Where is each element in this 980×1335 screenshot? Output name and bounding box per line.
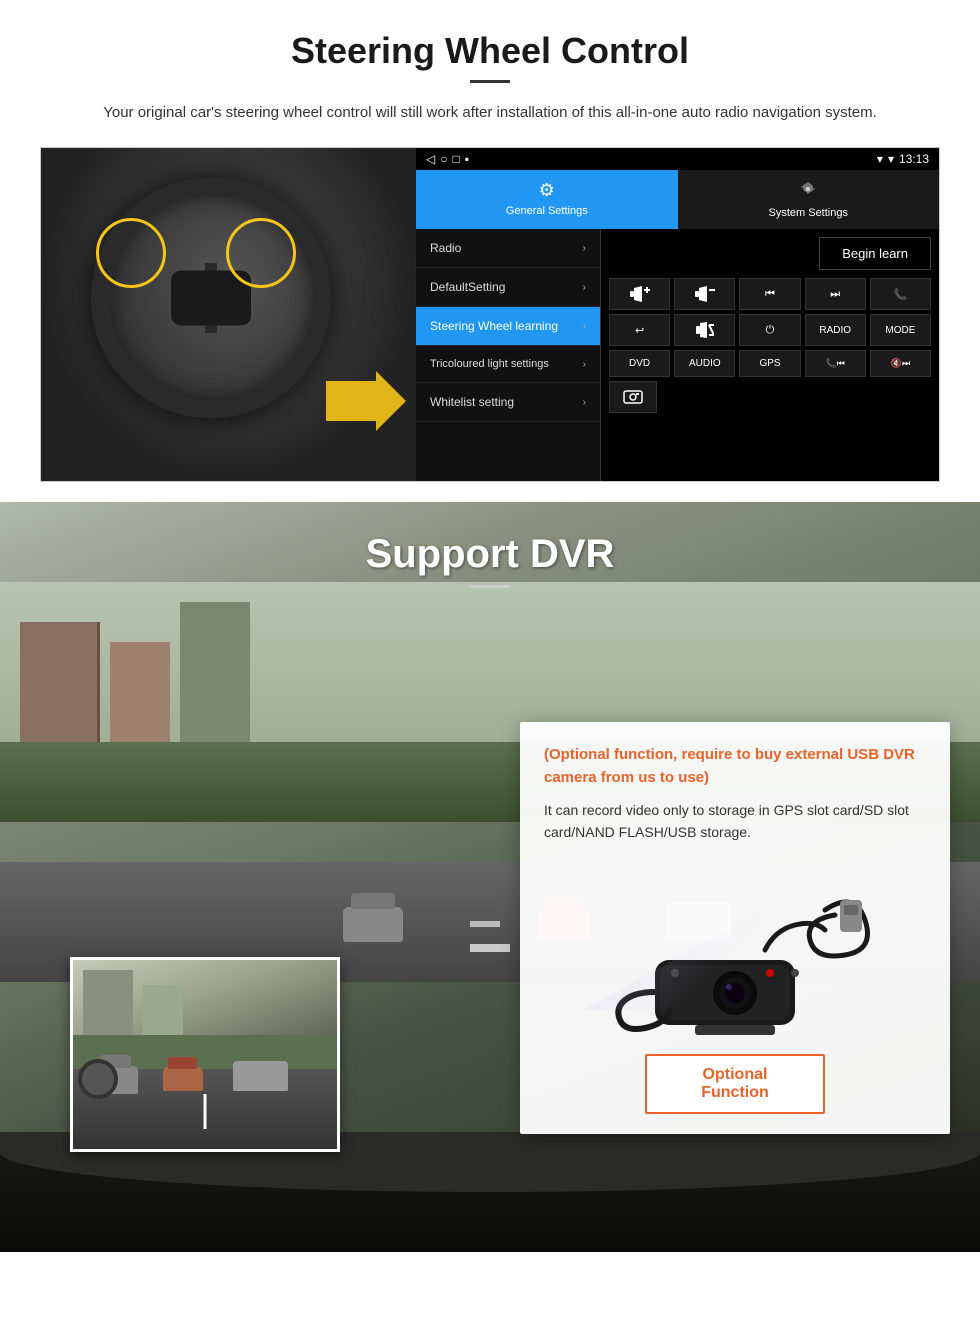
optional-function-button[interactable]: Optional Function [645,1054,825,1114]
control-row-1: ⏮ ⏭ 📞 [609,278,931,310]
status-time: 13:13 [899,152,929,166]
ctrl-mute[interactable] [674,314,735,346]
ctrl-prev[interactable]: ⏮ [739,278,800,310]
circle-highlight-left [96,218,166,288]
ctrl-phone[interactable]: 📞 [870,278,931,310]
steering-bg [41,148,416,481]
tab-general-label: General Settings [506,205,588,217]
ctrl-vol-down[interactable] [674,278,735,310]
menu-list: Radio › DefaultSetting › Steering Wheel … [416,229,601,481]
wifi-icon: ▾ [888,152,894,166]
dvr-description: It can record video only to storage in G… [544,799,926,844]
ctrl-power[interactable]: ⏻ [739,314,800,346]
dvr-section: Support DVR (Optional functio [0,502,980,1252]
steering-section: Steering Wheel Control Your original car… [0,0,980,502]
dvr-divider [470,585,510,588]
ctrl-vol-up[interactable] [609,278,670,310]
dvr-thumbnail [70,957,340,1152]
steering-demo-area: ◁ ○ □ ▪ ▾ ▾ 13:13 ⚙ General Settings [40,147,940,482]
dvr-camera-area [544,860,926,1040]
chevron-icon: › [583,359,586,370]
road-line [204,1094,207,1129]
title-divider [470,80,510,83]
arrow-icon [326,371,406,431]
steering-wheel [91,178,331,418]
steering-title: Steering Wheel Control [40,30,940,72]
control-row-2: ↩ ⏻ RADIO MODE [609,314,931,346]
steering-subtitle: Your original car's steering wheel contr… [80,101,900,125]
chevron-icon: › [583,321,586,332]
control-content-area: Begin learn ⏮ ⏭ [601,229,939,481]
menu-area: Radio › DefaultSetting › Steering Wheel … [416,229,939,481]
ctrl-phone-prev[interactable]: 📞⏮ [805,350,866,377]
dvr-title: Support DVR [40,532,940,577]
system-settings-icon [799,180,817,203]
status-bar: ◁ ○ □ ▪ ▾ ▾ 13:13 [416,148,939,170]
dvr-title-area: Support DVR [0,502,980,598]
android-tabs[interactable]: ⚙ General Settings System Settings [416,170,939,229]
begin-learn-row: Begin learn [609,237,931,270]
chevron-icon: › [583,282,586,293]
chevron-icon: › [583,243,586,254]
recent-icon: □ [452,152,459,166]
general-settings-icon: ⚙ [539,180,555,201]
ctrl-mute-next[interactable]: 🔇⏭ [870,350,931,377]
menu-item-steering-learning[interactable]: Steering Wheel learning › [416,307,600,346]
tab-system-settings[interactable]: System Settings [678,170,940,229]
home-icon: ○ [440,152,447,166]
control-row-4 [609,381,931,413]
back-icon: ◁ [426,152,435,166]
thumb-inner [73,960,337,1149]
control-grid: ⏮ ⏭ 📞 ↩ ⏻ RADIO MODE [609,278,931,413]
ctrl-mode[interactable]: MODE [870,314,931,346]
control-row-3: DVD AUDIO GPS 📞⏮ 🔇⏭ [609,350,931,377]
app-icon: ▪ [465,152,469,166]
signal-icon: ▾ [877,152,883,166]
chevron-icon: › [583,397,586,408]
ctrl-radio[interactable]: RADIO [805,314,866,346]
menu-item-whitelist[interactable]: Whitelist setting › [416,383,600,422]
android-panel: ◁ ○ □ ▪ ▾ ▾ 13:13 ⚙ General Settings [416,148,939,481]
menu-item-radio[interactable]: Radio › [416,229,600,268]
ctrl-audio[interactable]: AUDIO [674,350,735,377]
begin-learn-button[interactable]: Begin learn [819,237,931,270]
menu-item-defaultsetting[interactable]: DefaultSetting › [416,268,600,307]
dvr-info-card: (Optional function, require to buy exter… [520,722,950,1134]
tab-system-label: System Settings [769,207,848,219]
dvr-optional-text: (Optional function, require to buy exter… [544,744,926,789]
steering-photo [41,148,416,481]
menu-item-tricoloured[interactable]: Tricoloured light settings › [416,346,600,383]
tab-general-settings[interactable]: ⚙ General Settings [416,170,678,229]
ctrl-hangup[interactable]: ↩ [609,314,670,346]
ctrl-next[interactable]: ⏭ [805,278,866,310]
ctrl-dvr-icon[interactable] [609,381,657,413]
circle-highlight-right [226,218,296,288]
ctrl-gps[interactable]: GPS [739,350,800,377]
ctrl-dvd[interactable]: DVD [609,350,670,377]
